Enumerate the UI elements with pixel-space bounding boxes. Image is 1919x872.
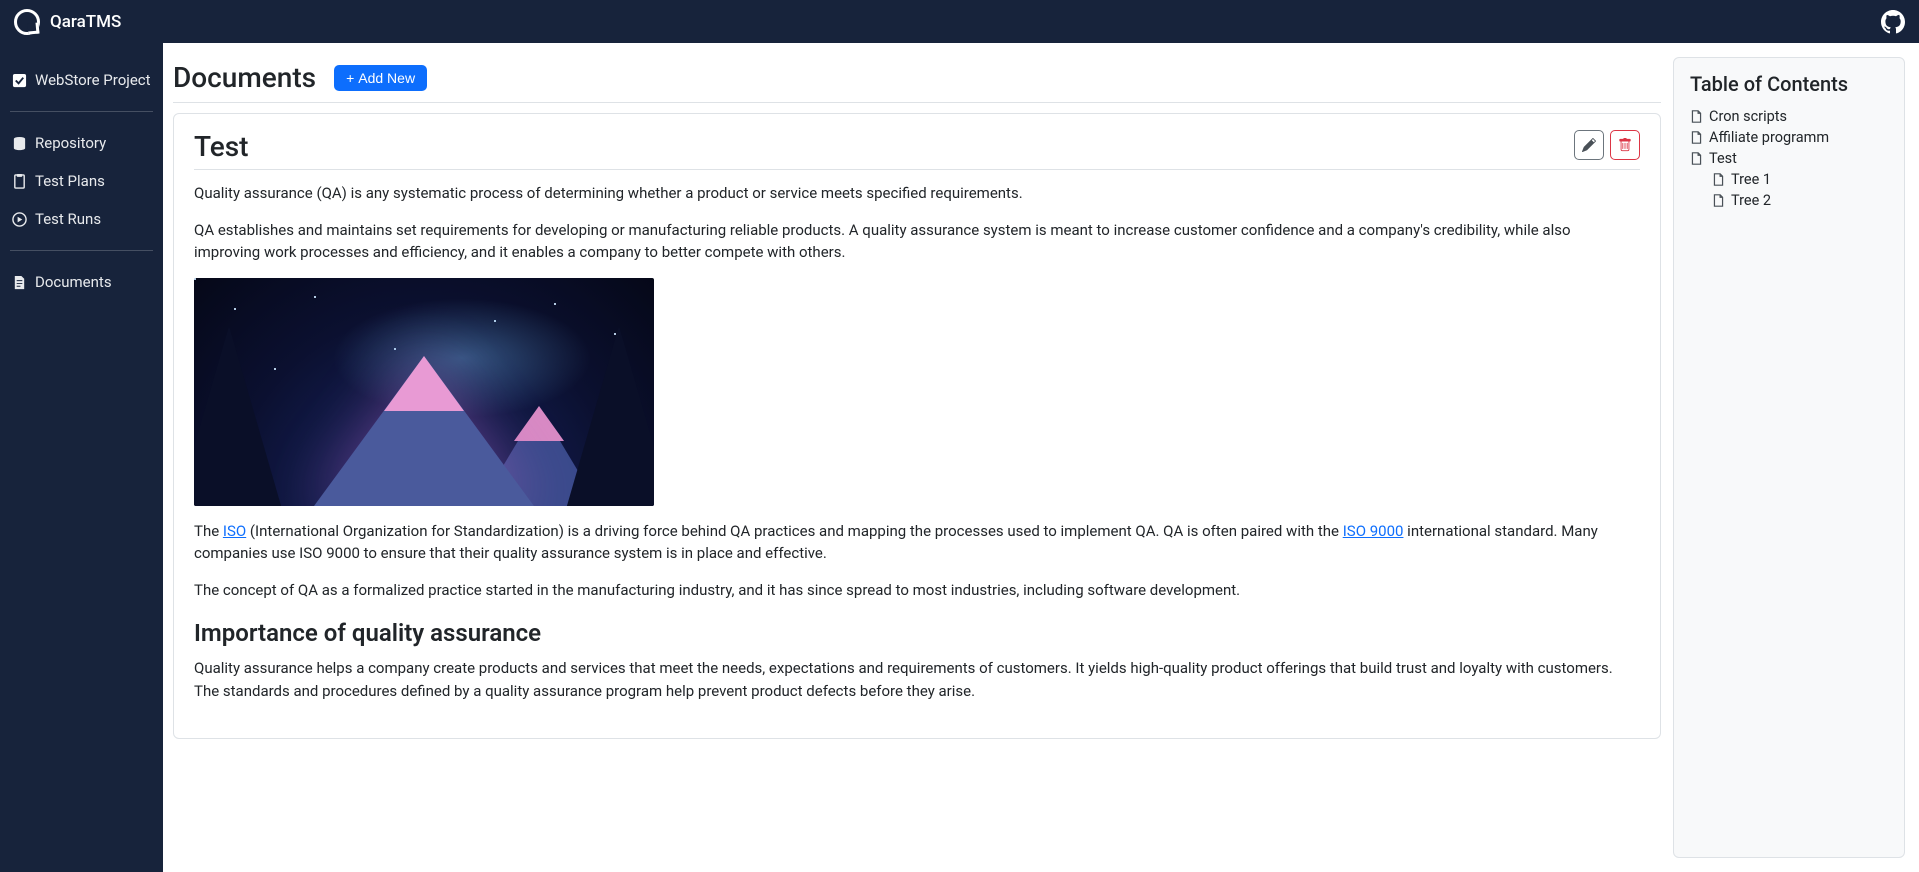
- doc-heading: Importance of quality assurance: [194, 619, 1640, 647]
- sidebar-item-repository[interactable]: Repository: [10, 124, 153, 162]
- add-new-button[interactable]: + Add New: [334, 65, 427, 91]
- sidebar-item-label: Test Plans: [35, 172, 105, 190]
- sidebar-item-label: Test Runs: [35, 210, 101, 228]
- play-circle-icon: [12, 212, 27, 227]
- doc-paragraph: Quality assurance helps a company create…: [194, 657, 1640, 702]
- toc-item[interactable]: Test: [1690, 148, 1888, 169]
- toc-item-label: Tree 2: [1731, 192, 1771, 209]
- sidebar-item-documents[interactable]: Documents: [10, 263, 153, 301]
- sidebar-project[interactable]: WebStore Project: [10, 61, 153, 99]
- pencil-icon: [1582, 138, 1596, 152]
- database-icon: [12, 136, 27, 151]
- doc-image: [194, 278, 654, 506]
- doc-paragraph: The ISO (International Organization for …: [194, 520, 1640, 565]
- main-content: Documents + Add New Test: [163, 43, 1919, 872]
- toc-list: Cron scripts Affiliate programm Test Tre…: [1690, 106, 1888, 211]
- app-logo-icon: [14, 9, 40, 35]
- link-iso9000[interactable]: ISO 9000: [1343, 522, 1404, 540]
- file-icon: [1712, 194, 1725, 207]
- page-header: Documents + Add New: [173, 57, 1661, 103]
- sidebar-item-test-plans[interactable]: Test Plans: [10, 162, 153, 200]
- sidebar-item-label: Documents: [35, 273, 112, 291]
- file-icon: [1690, 131, 1703, 144]
- sidebar-item-test-runs[interactable]: Test Runs: [10, 200, 153, 238]
- link-iso[interactable]: ISO: [223, 522, 246, 540]
- brand[interactable]: QaraTMS: [14, 9, 121, 35]
- trash-icon: [1618, 138, 1632, 152]
- document-card: Test Quality assurance (QA) is any syste…: [173, 113, 1661, 739]
- sidebar-divider: [10, 111, 153, 112]
- app-name: QaraTMS: [50, 12, 121, 32]
- file-icon: [1690, 110, 1703, 123]
- doc-paragraph: The concept of QA as a formalized practi…: [194, 579, 1640, 602]
- doc-paragraph: Quality assurance (QA) is any systematic…: [194, 182, 1640, 205]
- toc-item-label: Tree 1: [1731, 171, 1771, 188]
- top-navbar: QaraTMS: [0, 0, 1919, 43]
- toc-panel: Table of Contents Cron scripts Affiliate…: [1673, 57, 1905, 858]
- toc-item[interactable]: Cron scripts: [1690, 106, 1888, 127]
- file-text-icon: [12, 275, 27, 290]
- toc-item-label: Cron scripts: [1709, 108, 1787, 125]
- sidebar-project-label: WebStore Project: [35, 71, 151, 89]
- toc-item-label: Affiliate programm: [1709, 129, 1829, 146]
- toc-item[interactable]: Tree 2: [1690, 190, 1888, 211]
- sidebar-item-label: Repository: [35, 134, 106, 152]
- toc-item[interactable]: Affiliate programm: [1690, 127, 1888, 148]
- plus-icon: +: [346, 70, 354, 86]
- page-title: Documents: [173, 61, 316, 94]
- file-icon: [1690, 152, 1703, 165]
- edit-button[interactable]: [1574, 130, 1604, 160]
- github-icon[interactable]: [1881, 10, 1905, 34]
- sidebar: WebStore Project Repository Test Plans T…: [0, 43, 163, 872]
- document-body: Quality assurance (QA) is any systematic…: [194, 182, 1640, 702]
- toc-item-label: Test: [1709, 150, 1737, 167]
- toc-title: Table of Contents: [1690, 72, 1888, 96]
- document-title: Test: [194, 130, 249, 163]
- delete-button[interactable]: [1610, 130, 1640, 160]
- sidebar-divider: [10, 250, 153, 251]
- clipboard-icon: [12, 174, 27, 189]
- toc-item[interactable]: Tree 1: [1690, 169, 1888, 190]
- doc-paragraph: QA establishes and maintains set require…: [194, 219, 1640, 264]
- project-icon: [12, 73, 27, 88]
- add-new-label: Add New: [358, 70, 415, 86]
- file-icon: [1712, 173, 1725, 186]
